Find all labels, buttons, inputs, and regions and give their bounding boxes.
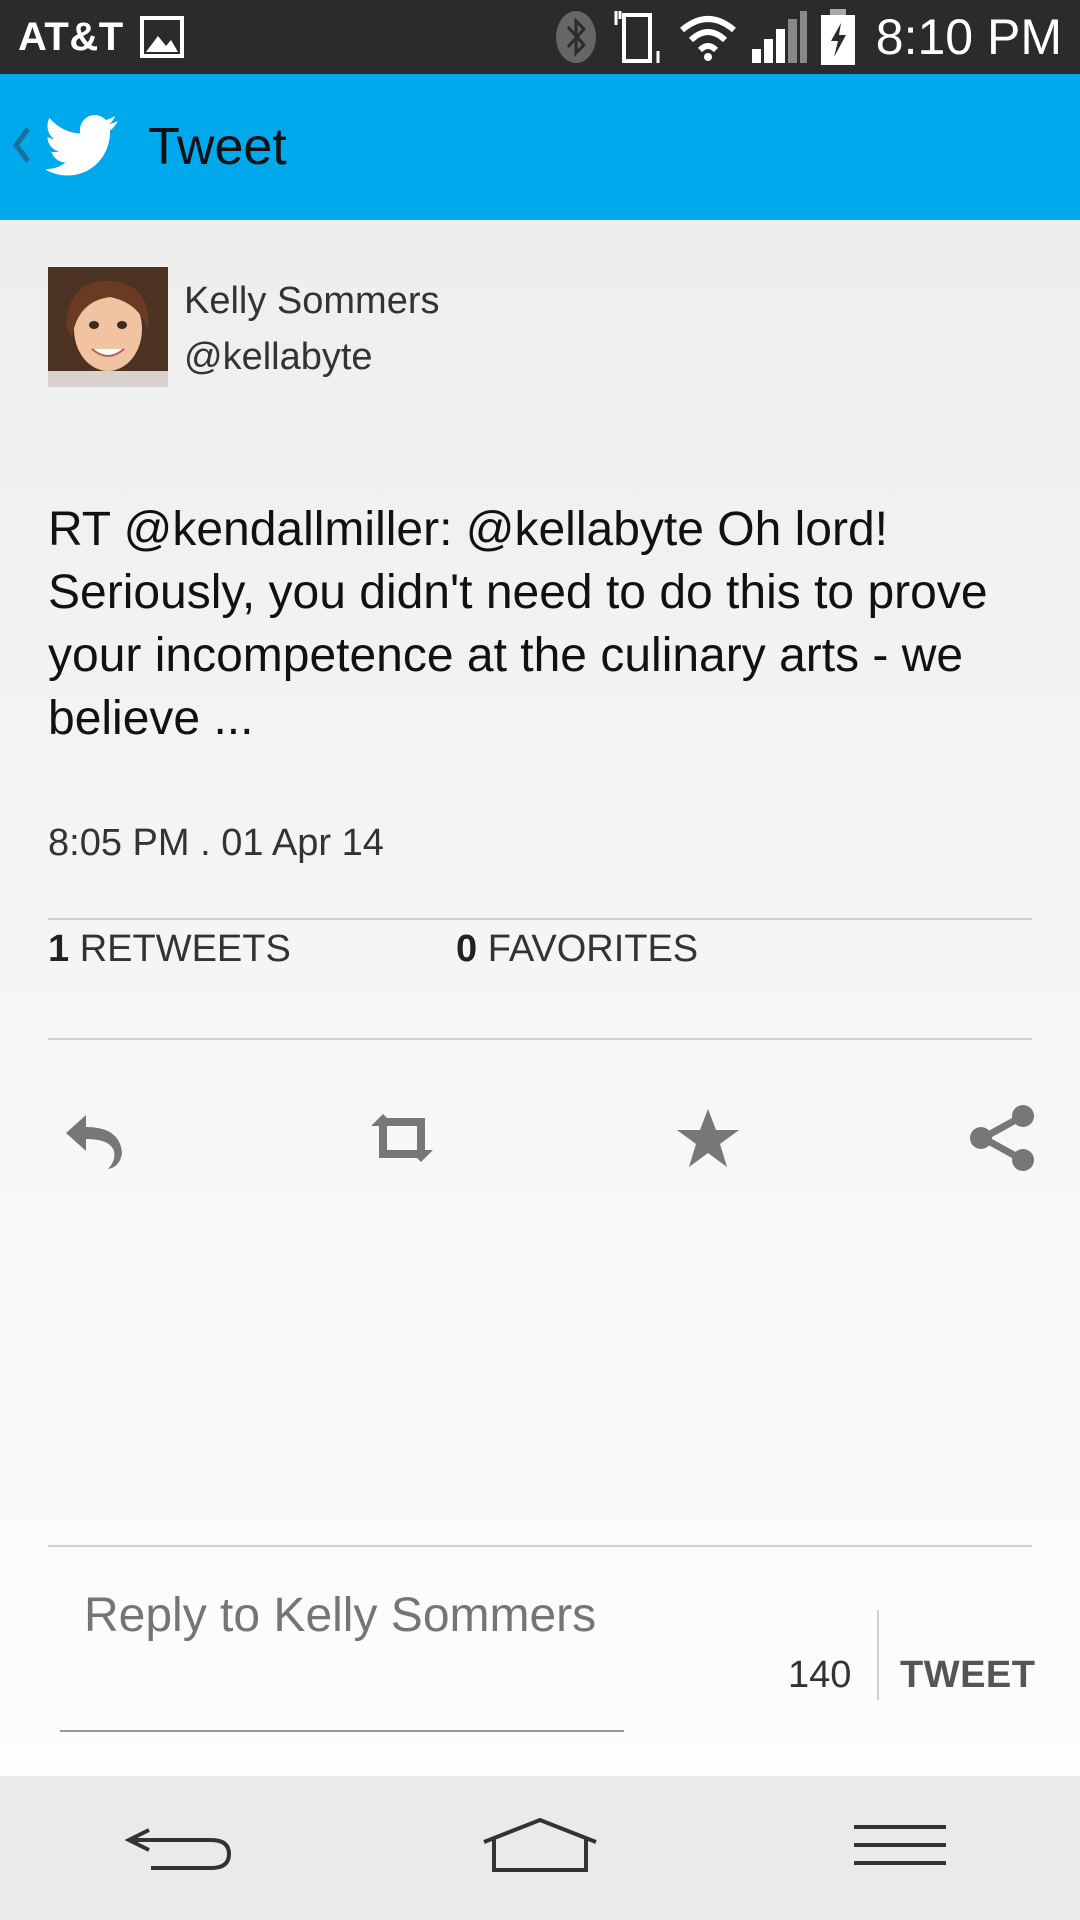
retweet-button[interactable] bbox=[362, 1100, 442, 1180]
divider bbox=[48, 1038, 1032, 1040]
favorites-count: 0 bbox=[456, 928, 478, 970]
nav-back-button[interactable] bbox=[115, 1808, 245, 1888]
tweet-button[interactable]: TWEET bbox=[900, 1654, 1035, 1697]
retweet-icon bbox=[367, 1110, 437, 1170]
reply-button[interactable] bbox=[54, 1100, 134, 1180]
character-count: 140 bbox=[788, 1654, 852, 1696]
app-bar: Tweet bbox=[0, 74, 1080, 220]
divider bbox=[48, 918, 1032, 920]
avatar[interactable] bbox=[48, 267, 168, 387]
battery-charging-icon bbox=[820, 9, 856, 65]
status-bar: AT&T 8:10 PM bbox=[0, 0, 1080, 74]
reply-composer: 140 TWEET bbox=[48, 1570, 1035, 1760]
author-handle[interactable]: @kellabyte bbox=[184, 329, 440, 385]
twitter-bird-icon[interactable] bbox=[32, 113, 120, 181]
system-nav-bar bbox=[0, 1776, 1080, 1920]
reply-input[interactable] bbox=[60, 1570, 624, 1732]
divider bbox=[877, 1610, 879, 1700]
tweet-detail: Kelly Sommers @kellabyte RT @kendallmill… bbox=[0, 220, 1080, 1776]
retweets-stat[interactable]: 1 RETWEETS bbox=[48, 928, 291, 971]
share-icon bbox=[967, 1103, 1037, 1177]
favorites-label: FAVORITES bbox=[487, 928, 699, 970]
status-icons: 8:10 PM bbox=[554, 8, 1062, 66]
retweets-count: 1 bbox=[48, 928, 70, 970]
carrier-label: AT&T bbox=[18, 14, 124, 59]
share-button[interactable] bbox=[962, 1100, 1042, 1180]
back-icon bbox=[124, 1816, 235, 1880]
signal-icon bbox=[750, 9, 808, 65]
page-title: Tweet bbox=[148, 118, 287, 176]
nav-home-button[interactable] bbox=[475, 1808, 605, 1888]
image-icon bbox=[139, 16, 184, 58]
tweet-author[interactable]: Kelly Sommers @kellabyte bbox=[48, 267, 440, 387]
home-icon bbox=[480, 1816, 600, 1880]
retweets-label: RETWEETS bbox=[79, 928, 291, 970]
back-chevron-icon[interactable] bbox=[10, 125, 32, 169]
vibrate-icon bbox=[610, 9, 666, 65]
menu-icon bbox=[850, 1821, 950, 1875]
favorites-stat[interactable]: 0 FAVORITES bbox=[456, 928, 698, 971]
author-name[interactable]: Kelly Sommers bbox=[184, 273, 440, 329]
bluetooth-icon bbox=[554, 9, 598, 65]
clock: 8:10 PM bbox=[875, 9, 1062, 65]
reply-icon bbox=[58, 1105, 130, 1175]
tweet-timestamp: 8:05 PM . 01 Apr 14 bbox=[48, 822, 384, 864]
divider bbox=[48, 1545, 1032, 1547]
wifi-icon bbox=[678, 12, 738, 62]
favorite-button[interactable] bbox=[668, 1100, 748, 1180]
tweet-text: RT @kendallmiller: @kellabyte Oh lord! S… bbox=[48, 503, 988, 745]
nav-menu-button[interactable] bbox=[835, 1808, 965, 1888]
favorite-star-icon bbox=[675, 1107, 741, 1173]
